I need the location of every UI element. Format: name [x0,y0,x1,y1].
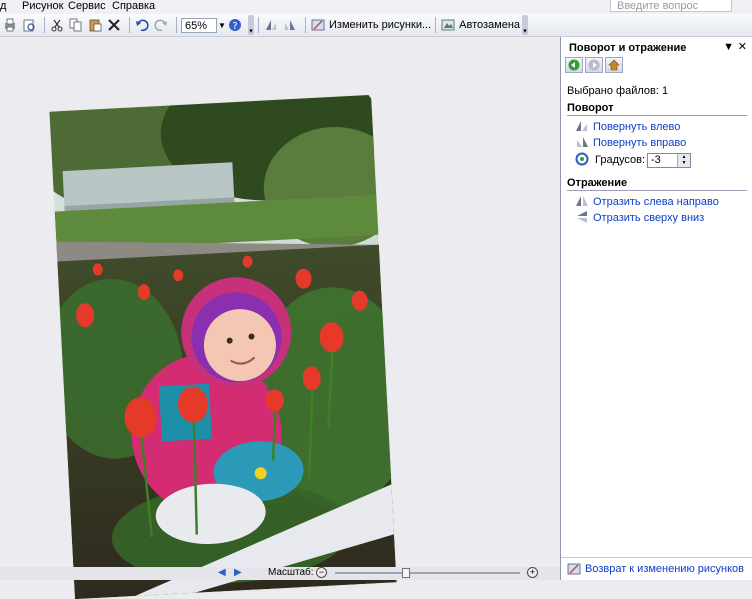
delete-icon[interactable] [106,17,122,33]
flip-section-header: Отражение [567,177,628,189]
help-icon[interactable]: ? [227,17,243,33]
menu-item-picture[interactable]: Рисунок [22,0,64,12]
degrees-value[interactable]: -3 [651,154,661,166]
rotate-right-icon[interactable] [282,17,298,33]
edit-pictures-button[interactable]: Изменить рисунки... [329,19,431,31]
selected-photo[interactable] [49,94,397,599]
autocorrect-icon[interactable] [440,17,456,33]
toolbar-options-grip[interactable]: ▾ [522,15,529,35]
toolbar-separator [258,17,259,33]
forward-icon[interactable] [585,57,603,73]
back-icon[interactable] [565,57,583,73]
rotate-left-icon[interactable] [263,17,279,33]
svg-text:?: ? [232,21,237,32]
menu-item-help[interactable]: Справка [112,0,155,12]
rotation-degrees-icon [575,152,589,166]
zoom-in-icon[interactable]: + [527,567,538,578]
rotate-right-link[interactable]: Повернуть вправо [593,137,686,149]
menu-item-view[interactable]: д [0,0,6,12]
print-icon[interactable] [2,17,18,33]
rotate-right-icon[interactable] [575,135,589,149]
rotate-left-link[interactable]: Повернуть влево [593,121,680,133]
close-icon[interactable]: ✕ [738,41,747,53]
rotation-section-header: Поворот [567,102,614,114]
back-to-edit-pictures-link[interactable]: Возврат к изменению рисунков [585,563,744,575]
task-pane: Поворот и отражение ▼ ✕ Выбрано файлов: … [560,37,752,580]
zoom-combo[interactable]: 65% [181,17,217,33]
paste-icon[interactable] [87,17,103,33]
scale-label: Масштаб: [268,567,314,578]
section-divider [567,190,747,191]
edit-pictures-icon[interactable] [567,562,581,576]
toolbar: 65% ▼ ? ▾ Изменить рисунки... Автозамена… [0,14,752,37]
degrees-spinner[interactable]: -3 ▲ ▼ [647,153,691,168]
task-pane-navigation [565,57,623,73]
flip-horizontal-icon[interactable] [575,194,589,208]
zoom-out-icon[interactable]: − [316,567,327,578]
flip-vertical-link[interactable]: Отразить сверху вниз [593,212,704,224]
toolbar-separator [44,17,45,33]
toolbar-separator [305,17,306,33]
chevron-down-icon[interactable]: ▼ [723,41,734,53]
rotate-left-icon[interactable] [575,119,589,133]
next-picture-arrow-icon[interactable]: ▶ [234,567,242,579]
task-pane-footer: Возврат к изменению рисунков [561,557,752,580]
picture-canvas [0,37,560,599]
copy-icon[interactable] [68,17,84,33]
menu-item-tools[interactable]: Сервис [68,0,106,12]
print-preview-icon[interactable] [21,17,37,33]
section-divider [567,115,747,116]
flip-vertical-icon[interactable] [575,210,589,224]
degrees-label: Градусов: [595,154,646,166]
toolbar-separator [129,17,130,33]
spinner-arrows-icon[interactable]: ▲ ▼ [677,154,690,167]
flip-horizontal-link[interactable]: Отразить слева направо [593,196,719,208]
toolbar-separator [435,17,437,33]
cut-icon[interactable] [49,17,65,33]
zoom-slider[interactable] [335,568,520,578]
ask-question-box[interactable]: Введите вопрос [610,0,732,12]
edit-pictures-icon[interactable] [310,17,326,33]
home-icon[interactable] [605,57,623,73]
previous-picture-arrow-icon[interactable]: ◀ [218,567,226,579]
undo-icon[interactable] [134,17,150,33]
menu-bar: д Рисунок Сервис Справка Введите вопрос [0,0,752,14]
toolbar-separator [176,17,177,33]
toolbar-options-grip[interactable]: ▾ [248,15,254,35]
zoom-slider-thumb[interactable] [402,568,410,578]
status-bar: ◀ ▶ Масштаб: − + [0,567,560,580]
task-pane-title: Поворот и отражение [569,42,687,54]
task-pane-header: Поворот и отражение ▼ ✕ [561,37,752,57]
redo-icon[interactable] [153,17,169,33]
autocorrect-button[interactable]: Автозамена [459,19,520,31]
chevron-down-icon[interactable]: ▼ [217,18,227,33]
selected-files-count: Выбрано файлов: 1 [567,85,669,97]
